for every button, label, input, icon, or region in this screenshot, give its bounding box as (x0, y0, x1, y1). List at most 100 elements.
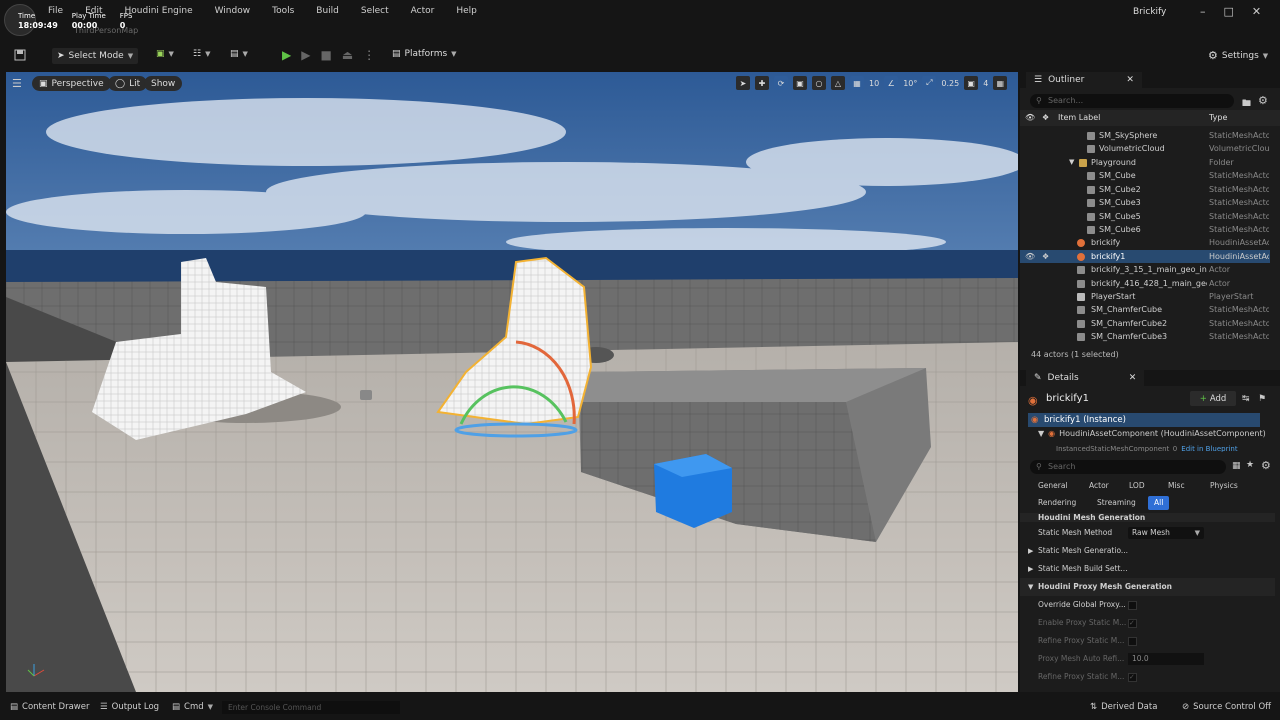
play-icon[interactable]: ▶ (282, 48, 291, 62)
select-mode-dropdown[interactable]: ➤ Select Mode ▼ (52, 48, 139, 64)
step-icon[interactable]: ▶ (301, 48, 310, 62)
menu-tools[interactable]: Tools (272, 6, 294, 16)
section-mesh-generation[interactable]: Houdini Mesh Generation (1020, 513, 1275, 522)
filter-general[interactable]: General (1032, 479, 1074, 493)
outliner-row[interactable]: SM_Cube2 StaticMeshActor (1020, 183, 1270, 196)
filter-rendering[interactable]: Rendering (1032, 496, 1082, 510)
save-icon[interactable] (14, 49, 26, 61)
filter-actor[interactable]: Actor (1083, 479, 1115, 493)
visibility-icon[interactable]: 👁 (1025, 113, 1035, 122)
section-proxy-mesh-generation[interactable]: ▼ Houdini Proxy Mesh Generation (1020, 578, 1275, 596)
blueprint-convert-icon[interactable]: ↹ (1242, 394, 1250, 404)
cinematics-button[interactable]: ▤ ▼ (230, 49, 248, 59)
pin-icon[interactable]: ❖ (1042, 113, 1049, 122)
surface-snap-icon[interactable]: △ (831, 76, 845, 90)
menu-actor[interactable]: Actor (411, 6, 435, 16)
outliner-search-input[interactable]: ⚲ Search... (1030, 94, 1234, 108)
static-mesh-build-row[interactable]: ▶ Static Mesh Build Sett... (1020, 560, 1275, 578)
outliner-row[interactable]: brickify_3_15_1_main_geo_instanceActor (1020, 263, 1270, 276)
rotate-tool-icon[interactable]: ⟳ (774, 76, 788, 90)
select-tool-icon[interactable]: ➤ (736, 76, 750, 90)
visibility-icon[interactable]: 👁 (1025, 250, 1035, 263)
grid-size-value[interactable]: 10 (869, 79, 879, 88)
outliner-row[interactable]: SM_Cube3 StaticMeshActor (1020, 196, 1270, 209)
static-mesh-method-dropdown[interactable]: Raw Mesh ▼ (1128, 527, 1204, 539)
menu-window[interactable]: Window (215, 6, 251, 16)
lit-button[interactable]: ◯ Lit (108, 76, 148, 91)
close-icon[interactable]: ✕ (1252, 5, 1261, 18)
settings-dropdown[interactable]: ⚙ Settings ▼ (1208, 49, 1268, 62)
rotation-snap-icon[interactable]: ∠ (884, 76, 899, 90)
hamburger-icon[interactable]: ☰ (12, 77, 22, 90)
outliner-row[interactable]: ▼ Playground Folder (1020, 156, 1270, 169)
outliner-row[interactable]: PlayerStart PlayerStart (1020, 290, 1270, 303)
refine-proxy-checkbox[interactable] (1128, 637, 1137, 646)
translate-tool-icon[interactable]: ✚ (755, 76, 769, 90)
details-search-input[interactable]: ⚲ Search (1030, 460, 1226, 474)
override-proxy-checkbox[interactable] (1128, 601, 1137, 610)
lock-icon[interactable]: ⚑ (1258, 394, 1266, 404)
source-control-button[interactable]: ⊘ Source Control Off (1182, 702, 1271, 712)
filter-physics[interactable]: Physics (1204, 479, 1244, 493)
menu-houdini-engine[interactable]: Houdini Engine (125, 6, 193, 16)
player-start-icon[interactable] (360, 390, 372, 400)
maximize-viewport-icon[interactable]: ▦ (993, 76, 1008, 90)
scale-snap-value[interactable]: 0.25 (941, 79, 959, 88)
auto-refine-input[interactable]: 10.0 (1128, 653, 1204, 665)
close-icon[interactable]: ✕ (1126, 75, 1134, 85)
column-type[interactable]: Type (1209, 113, 1227, 122)
gear-icon[interactable]: ⚙ (1258, 94, 1268, 107)
filter-streaming[interactable]: Streaming (1091, 496, 1142, 510)
show-button[interactable]: Show (144, 76, 183, 91)
cmd-dropdown[interactable]: ▤ Cmd ▼ (172, 702, 213, 712)
outliner-row[interactable]: SM_ChamferCube3 StaticMeshActor (1020, 330, 1270, 343)
scene-render[interactable] (6, 72, 1018, 692)
sub-component-row[interactable]: InstancedStaticMeshComponent_0 Edit in B… (1056, 445, 1256, 452)
chevron-down-icon[interactable]: ▼ (1069, 156, 1074, 169)
platforms-dropdown[interactable]: ▤ Platforms ▼ (392, 49, 457, 59)
console-command-input[interactable]: Enter Console Command (222, 701, 400, 714)
edit-blueprint-link[interactable]: Edit in Blueprint (1181, 445, 1237, 452)
stop-icon[interactable]: ■ (320, 48, 331, 62)
outliner-row-selected[interactable]: 👁 ❖ brickify1 HoudiniAssetActor (1020, 250, 1270, 263)
gear-icon[interactable]: ⚙ (1261, 459, 1271, 472)
pin-icon[interactable]: ❖ (1042, 250, 1049, 263)
level-viewport[interactable] (6, 72, 1018, 692)
outliner-row[interactable]: SM_ChamferCube StaticMeshActor (1020, 303, 1270, 316)
close-icon[interactable]: ✕ (1129, 373, 1137, 383)
filter-lod[interactable]: LOD (1123, 479, 1151, 493)
star-icon[interactable]: ★ (1246, 460, 1254, 470)
menu-help[interactable]: Help (456, 6, 477, 16)
outliner-row[interactable]: VolumetricCloud VolumetricCloud (1020, 142, 1270, 155)
filter-misc[interactable]: Misc (1162, 479, 1191, 493)
minimize-icon[interactable]: – (1200, 5, 1206, 18)
details-tab[interactable]: ✎ Details ✕ (1026, 370, 1145, 386)
outliner-row[interactable]: SM_Cube5 StaticMeshActor (1020, 210, 1270, 223)
add-content-button[interactable]: ▣ ▼ (156, 49, 174, 59)
actor-name-field[interactable]: brickify1 (1046, 393, 1089, 404)
grid-view-icon[interactable]: ▦ (1232, 461, 1241, 471)
scale-snap-icon[interactable]: ⤢ (922, 76, 937, 90)
content-drawer-button[interactable]: ▤ Content Drawer (10, 702, 89, 712)
outliner-row[interactable]: SM_SkySphere StaticMeshActor (1020, 129, 1270, 142)
outliner-row[interactable]: SM_Cube6 StaticMeshActor (1020, 223, 1270, 236)
outliner-row[interactable]: brickify HoudiniAssetActor (1020, 236, 1270, 249)
menu-select[interactable]: Select (361, 6, 389, 16)
camera-speed-value[interactable]: 4 (983, 79, 988, 88)
camera-speed-icon[interactable]: ▣ (964, 76, 979, 90)
add-component-button[interactable]: + Add (1190, 391, 1236, 406)
outliner-row[interactable]: SM_ChamferCube2 StaticMeshActor (1020, 317, 1270, 330)
enable-proxy-checkbox[interactable]: ✓ (1128, 619, 1137, 628)
scale-tool-icon[interactable]: ▣ (793, 76, 807, 90)
eject-icon[interactable]: ⏏ (342, 48, 353, 62)
menu-build[interactable]: Build (316, 6, 339, 16)
derived-data-button[interactable]: ⇅ Derived Data (1090, 702, 1157, 712)
filter-all[interactable]: All (1148, 496, 1170, 510)
rotation-snap-value[interactable]: 10° (903, 79, 917, 88)
outliner-row[interactable]: brickify_416_428_1_main_geo Actor (1020, 277, 1270, 290)
static-mesh-generation-row[interactable]: ▶ Static Mesh Generatio... (1020, 542, 1275, 560)
maximize-icon[interactable]: □ (1224, 5, 1234, 18)
blueprint-button[interactable]: ☷ ▼ (193, 49, 210, 59)
refine-proxy2-checkbox[interactable]: ✓ (1128, 673, 1137, 682)
output-log-button[interactable]: ☰ Output Log (100, 702, 159, 712)
